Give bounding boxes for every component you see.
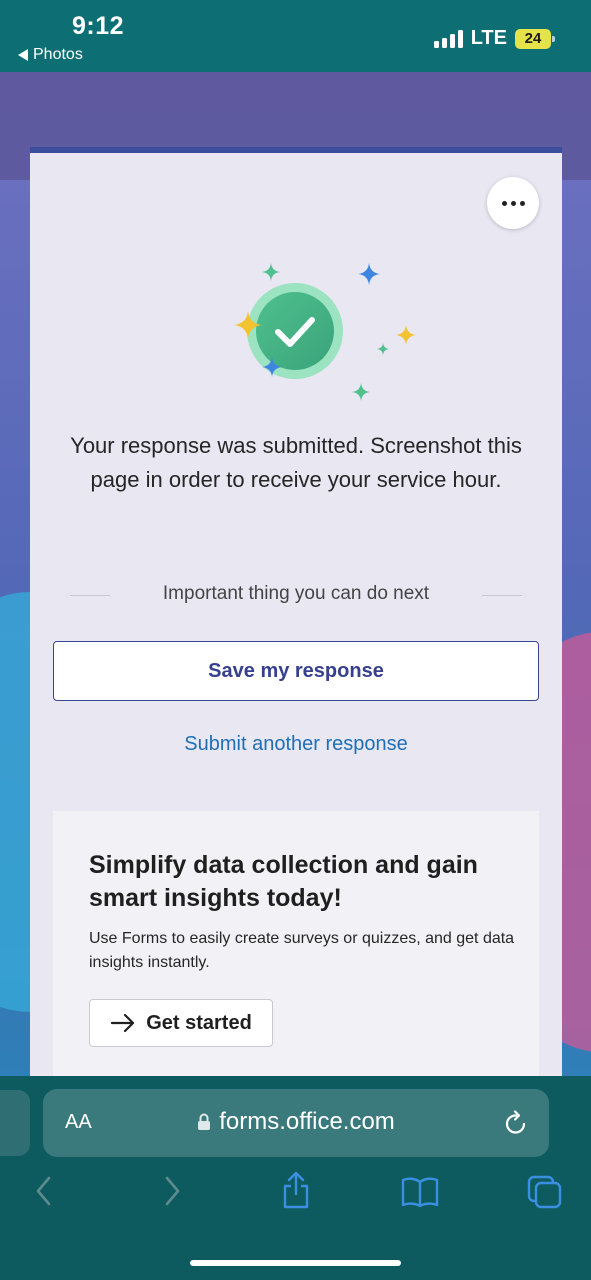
promo-title: Simplify data collection and gain smart … <box>89 851 478 912</box>
success-illustration <box>190 263 416 403</box>
submit-another-link[interactable]: Submit another response <box>30 733 562 756</box>
home-indicator[interactable] <box>190 1260 401 1266</box>
sparkle-icon <box>377 343 389 355</box>
browser-toolbar <box>0 1170 591 1220</box>
lock-icon <box>198 1113 211 1130</box>
sparkle-icon <box>262 357 282 377</box>
status-bar: 9:12 Photos LTE 24 <box>0 0 591 72</box>
back-to-photos[interactable]: Photos <box>18 46 83 64</box>
get-started-button[interactable]: Get started <box>89 999 273 1047</box>
tabs-icon[interactable] <box>526 1174 564 1210</box>
bookmarks-icon[interactable] <box>400 1176 440 1208</box>
save-response-button[interactable]: Save my response <box>53 641 539 701</box>
sparkle-icon <box>262 263 280 281</box>
forward-icon[interactable] <box>162 1175 182 1207</box>
confirmation-message: Your response was submitted. Screenshot … <box>70 433 522 492</box>
network-label: LTE <box>470 27 507 49</box>
get-started-label: Get started <box>146 1011 252 1034</box>
address-bar[interactable]: AA forms.office.com <box>43 1089 549 1157</box>
share-icon[interactable] <box>280 1170 312 1210</box>
back-app-label: Photos <box>33 46 83 63</box>
sparkle-icon <box>358 263 380 285</box>
previous-tab-peek[interactable] <box>0 1090 30 1156</box>
browser-bottom-bar: AA forms.office.com <box>0 1076 591 1280</box>
promo-description: Use Forms to easily create surveys or qu… <box>89 930 515 971</box>
back-triangle-icon <box>18 49 28 61</box>
url-text: forms.office.com <box>219 1108 395 1135</box>
arrow-right-icon <box>111 1013 135 1033</box>
divider-line <box>482 595 522 596</box>
more-options-button[interactable] <box>487 177 539 229</box>
sparkle-icon <box>352 383 370 401</box>
signal-icon <box>433 29 463 48</box>
status-indicators: LTE 24 <box>433 27 555 50</box>
back-icon[interactable] <box>34 1175 54 1207</box>
sparkle-icon <box>396 325 416 345</box>
battery-icon: 24 <box>515 28 555 49</box>
forms-promo: Simplify data collection and gain smart … <box>53 811 539 1082</box>
more-icon <box>501 200 507 206</box>
next-steps-heading: Important thing you can do next <box>162 583 430 604</box>
next-steps-divider: Important thing you can do next <box>70 581 522 611</box>
url-display: forms.office.com <box>43 1108 549 1136</box>
response-card: Your response was submitted. Screenshot … <box>30 147 562 1082</box>
sparkle-icon <box>234 311 262 339</box>
status-time: 9:12 <box>72 12 125 40</box>
reload-icon[interactable] <box>503 1109 529 1137</box>
